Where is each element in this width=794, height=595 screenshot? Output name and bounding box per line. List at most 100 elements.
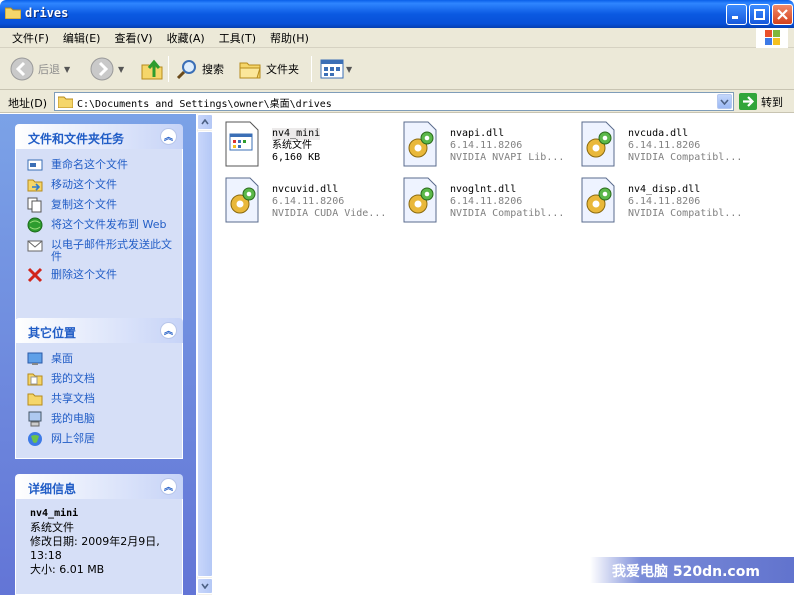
dll-icon [403, 177, 437, 223]
chevron-down-icon [201, 583, 209, 589]
file-version: 6.14.11.8206 [450, 140, 523, 151]
file-name: nv4_mini [272, 128, 321, 140]
file-description: NVIDIA Compatibl... [450, 208, 565, 219]
folder-icon [5, 7, 21, 19]
file-item[interactable]: nv4_disp.dll 6.14.11.8206 NVIDIA Compati… [578, 174, 748, 224]
other-places-panel: 其它位置 ︽ 桌面 我的文档 共享文档 我的电脑 网上邻居 [15, 318, 183, 459]
file-item[interactable]: nvcuvid.dll 6.14.11.8206 NVIDIA CUDA Vid… [222, 174, 392, 224]
file-item[interactable]: nv4_mini 系统文件 6,160 KB [222, 118, 392, 168]
file-version: 6.14.11.8206 [272, 196, 345, 207]
collapse-icon[interactable]: ︽ [160, 478, 177, 495]
scroll-down-button[interactable] [197, 578, 213, 594]
detail-file-name: nv4_mini [30, 508, 79, 519]
chevron-down-icon[interactable]: ▼ [64, 65, 70, 74]
chevron-down-icon[interactable]: ▼ [346, 65, 352, 74]
chevron-down-icon [720, 98, 729, 105]
file-description: NVIDIA CUDA Vide... [272, 208, 387, 219]
file-item[interactable]: nvapi.dll 6.14.11.8206 NVIDIA NVAPI Lib.… [400, 118, 570, 168]
place-desktop[interactable]: 桌面 [16, 349, 182, 369]
views-button[interactable]: ▼ [320, 56, 352, 82]
email-icon [27, 240, 43, 252]
collapse-icon[interactable]: ︽ [160, 322, 177, 339]
task-publish-web[interactable]: 将这个文件发布到 Web [16, 215, 182, 235]
panel-header[interactable]: 其它位置 ︽ [15, 318, 183, 343]
up-folder-button[interactable] [140, 56, 164, 82]
menu-file[interactable]: 文件(F) [6, 30, 55, 46]
back-button[interactable]: 后退 ▼ [10, 56, 70, 82]
windows-logo-icon [756, 28, 788, 48]
folder-up-icon [141, 59, 163, 80]
file-description: NVIDIA Compatibl... [628, 208, 743, 219]
dll-icon [225, 177, 259, 223]
task-copy[interactable]: 复制这个文件 [16, 195, 182, 215]
file-version: 6.14.11.8206 [628, 140, 701, 151]
address-bar: 地址(D) C:\Documents and Settings\owner\桌面… [0, 90, 794, 113]
file-item[interactable]: nvoglnt.dll 6.14.11.8206 NVIDIA Compatib… [400, 174, 570, 224]
file-version: 6.14.11.8206 [450, 196, 523, 207]
file-item[interactable]: nvcuda.dll 6.14.11.8206 NVIDIA Compatibl… [578, 118, 748, 168]
menu-bar: 文件(F) 编辑(E) 查看(V) 收藏(A) 工具(T) 帮助(H) [0, 28, 794, 48]
dll-icon [581, 121, 615, 167]
address-label: 地址(D) [8, 97, 48, 110]
search-button[interactable]: 搜索 [176, 56, 224, 82]
task-pane: 文件和文件夹任务 ︽ 重命名这个文件 移动这个文件 复制这个文件 将这个文件发布… [0, 114, 196, 595]
file-name: nvoglnt.dll [450, 184, 517, 195]
file-name: nvcuda.dll [628, 128, 689, 139]
place-shared-documents[interactable]: 共享文档 [16, 389, 182, 409]
file-type: 系统文件 [272, 140, 312, 151]
views-icon [320, 59, 344, 79]
task-email[interactable]: 以电子邮件形式发送此文件 [16, 235, 182, 265]
window-title: drives [25, 6, 69, 20]
detail-modified: 修改日期: 2009年2月9日, 13:18 [30, 535, 160, 562]
menu-favorites[interactable]: 收藏(A) [161, 30, 211, 46]
menu-tools[interactable]: 工具(T) [213, 30, 262, 46]
chevron-up-icon [201, 119, 209, 125]
system-file-icon [225, 121, 259, 167]
desktop-icon [27, 352, 43, 365]
scroll-thumb[interactable] [197, 131, 213, 577]
file-description: NVIDIA Compatibl... [628, 152, 743, 163]
panel-body: 桌面 我的文档 共享文档 我的电脑 网上邻居 [15, 343, 183, 459]
move-icon [27, 179, 43, 192]
go-arrow-icon [739, 93, 757, 110]
back-arrow-icon [10, 57, 34, 81]
menu-view[interactable]: 查看(V) [108, 30, 158, 46]
place-my-computer[interactable]: 我的电脑 [16, 409, 182, 429]
place-my-documents[interactable]: 我的文档 [16, 369, 182, 389]
menu-help[interactable]: 帮助(H) [264, 30, 315, 46]
scroll-up-button[interactable] [197, 114, 213, 130]
menu-edit[interactable]: 编辑(E) [57, 30, 107, 46]
file-name: nvcuvid.dll [272, 184, 339, 195]
copy-icon [27, 197, 42, 213]
file-tasks-panel: 文件和文件夹任务 ︽ 重命名这个文件 移动这个文件 复制这个文件 将这个文件发布… [15, 124, 183, 325]
chevron-down-icon[interactable]: ▼ [118, 65, 124, 74]
forward-button[interactable]: ▼ [90, 56, 124, 82]
file-name: nvapi.dll [450, 128, 505, 139]
detail-file-type: 系统文件 [30, 521, 74, 534]
task-pane-scrollbar[interactable] [196, 114, 213, 595]
search-icon [176, 60, 196, 80]
task-delete[interactable]: 删除这个文件 [16, 265, 182, 285]
address-dropdown-button[interactable] [717, 94, 732, 109]
task-rename[interactable]: 重命名这个文件 [16, 155, 182, 175]
panel-header[interactable]: 详细信息 ︽ [15, 474, 183, 499]
task-move[interactable]: 移动这个文件 [16, 175, 182, 195]
minimize-button[interactable] [726, 4, 747, 25]
collapse-icon[interactable]: ︽ [160, 128, 177, 145]
file-list-view[interactable]: nv4_mini 系统文件 6,160 KB nvapi.dll 6.14.11… [212, 114, 794, 595]
panel-header[interactable]: 文件和文件夹任务 ︽ [15, 124, 183, 149]
delete-icon [27, 267, 43, 283]
shared-documents-icon [27, 393, 43, 406]
address-input[interactable]: C:\Documents and Settings\owner\桌面\drive… [54, 92, 734, 111]
minimize-icon [732, 16, 738, 19]
close-button[interactable] [772, 4, 793, 25]
publish-web-icon [27, 217, 43, 233]
watermark: 我爱电脑 520dn.com [590, 557, 794, 583]
dll-icon [403, 121, 437, 167]
place-network[interactable]: 网上邻居 [16, 429, 182, 449]
go-button[interactable]: 转到 [739, 93, 783, 110]
title-bar[interactable]: drives [0, 0, 794, 28]
folders-button[interactable]: 文件夹 [238, 56, 299, 82]
maximize-button[interactable] [749, 4, 770, 25]
dll-icon [581, 177, 615, 223]
